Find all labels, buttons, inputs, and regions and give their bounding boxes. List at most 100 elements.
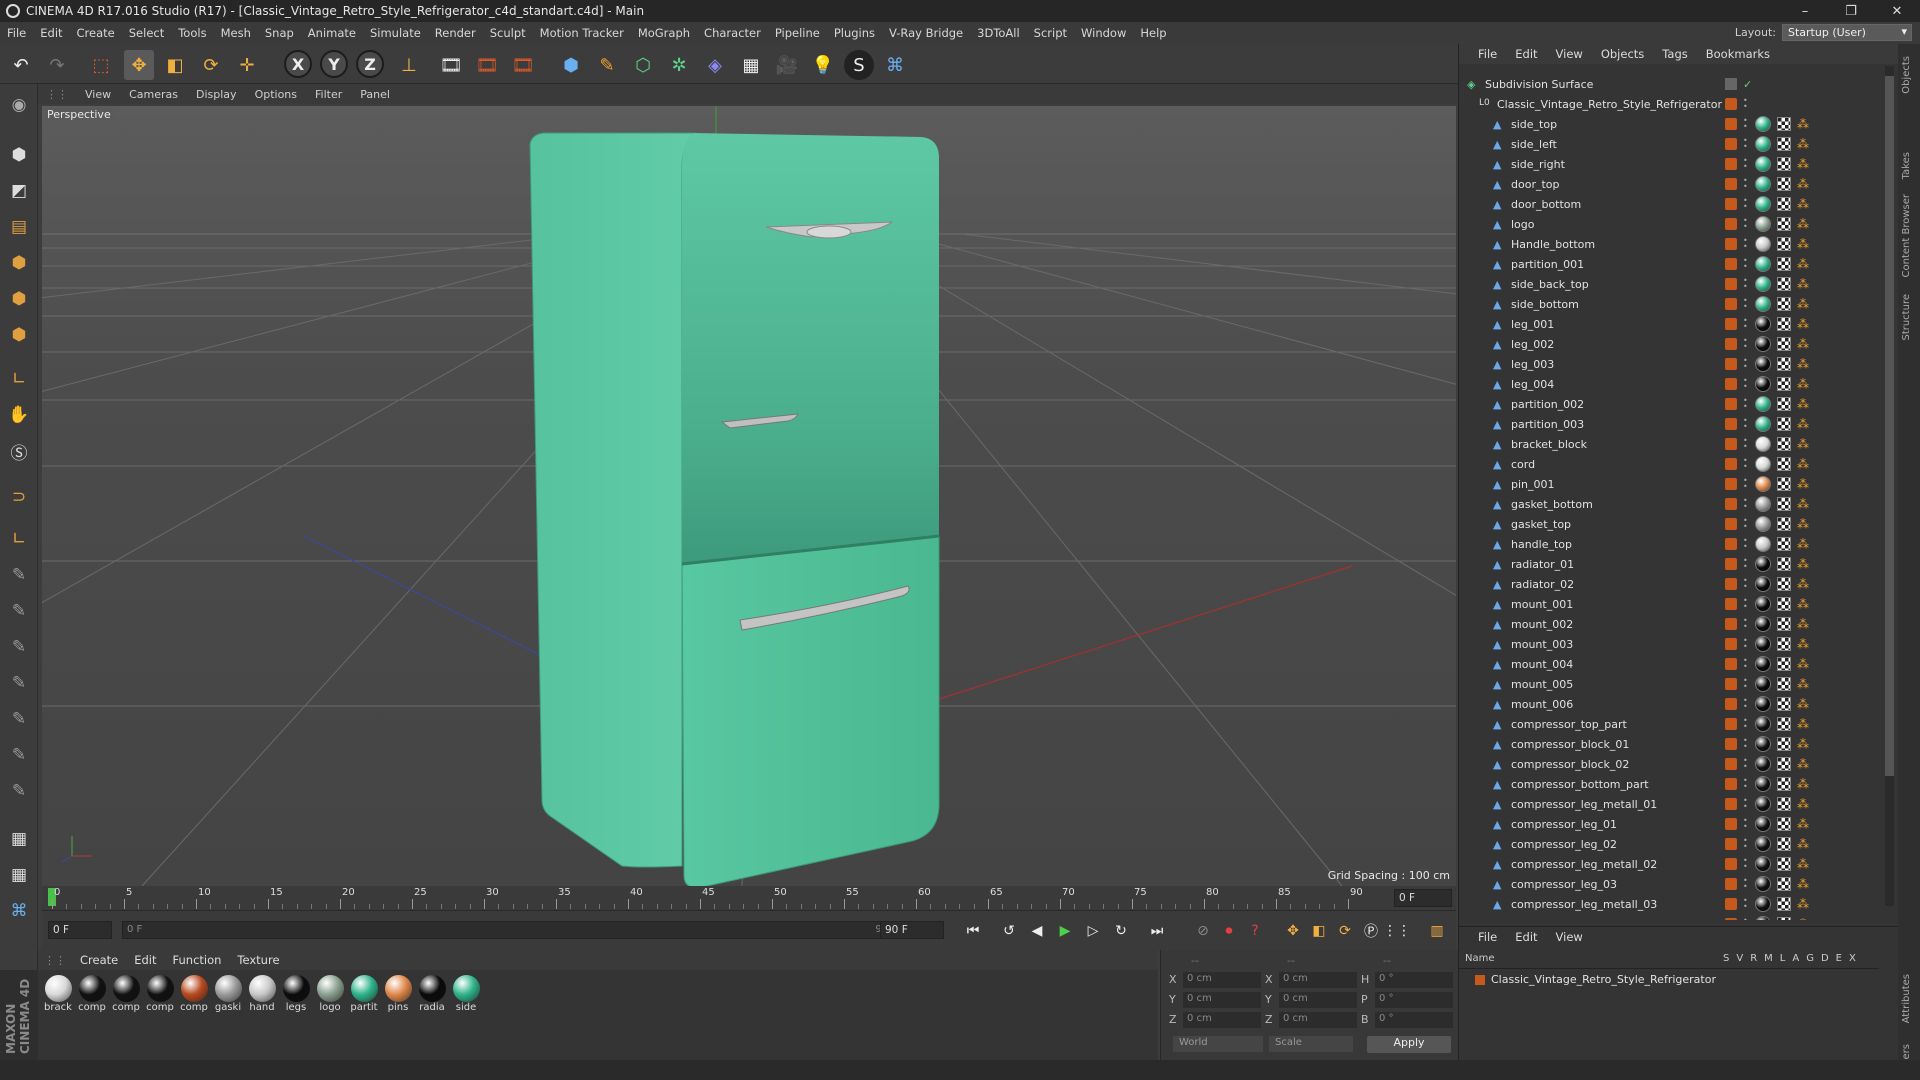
side-tab-structure[interactable]: Structure [1901,294,1912,341]
object-row[interactable]: ▲ gasket_bottom • • ⁂ [1459,494,1883,514]
viewport-menu-display[interactable]: Display [187,88,246,101]
visibility-dots[interactable]: •• [1743,297,1749,311]
object-row[interactable]: ▲ compressor_leg_03 • • ⁂ [1459,874,1883,894]
menu-render[interactable]: Render [428,26,483,40]
layer-menu-view[interactable]: View [1547,930,1592,944]
menu-tools[interactable]: Tools [171,26,213,40]
material-tag[interactable] [1755,256,1771,272]
object-row[interactable]: ▲ compressor_leg_04 •• ⁂ [1459,914,1883,920]
visibility-dots[interactable]: •• [1743,657,1749,671]
viewport-perspective[interactable]: Perspective Grid Spacing : 100 cm [42,106,1456,886]
material-tag[interactable] [1755,316,1771,332]
material-tag[interactable] [1755,776,1771,792]
redo-icon[interactable]: ↷ [42,50,72,80]
apply-button[interactable]: Apply [1367,1036,1451,1053]
uvw-tag-icon[interactable] [1777,197,1791,211]
uvw-tag-icon[interactable] [1777,697,1791,711]
uvw-tag-icon[interactable] [1777,577,1791,591]
layer-color-swatch[interactable] [1725,578,1737,590]
visibility-dots[interactable]: •• [1743,317,1749,331]
uvw-tag-icon[interactable] [1777,297,1791,311]
visibility-dots[interactable]: •• [1743,697,1749,711]
quantize-icon[interactable]: ∟ [4,524,34,554]
close-button[interactable]: ✕ [1874,0,1920,22]
visibility-dots[interactable]: •• [1743,437,1749,451]
key-pla-icon[interactable]: ⋮⋮ [1383,920,1411,942]
material-tag[interactable] [1755,656,1771,672]
object-row[interactable]: ▲ door_top • • ⁂ [1459,174,1883,194]
uvw-tag-icon[interactable] [1777,657,1791,671]
menu-edit[interactable]: Edit [33,26,69,40]
key-rotation-icon[interactable]: ⟳ [1334,920,1356,942]
object-row[interactable]: ▲ compressor_leg_02 • • ⁂ [1459,834,1883,854]
material-tag[interactable] [1755,336,1771,352]
visibility-dots[interactable]: •• [1743,837,1749,851]
phong-tag-icon[interactable]: ⁂ [1797,257,1809,271]
layer-color-swatch[interactable] [1725,338,1737,350]
sculpt-pull-icon[interactable]: ✎ [4,596,34,626]
visibility-dots[interactable]: •• [1743,817,1749,831]
layer-color-swatch[interactable] [1725,118,1737,130]
object-row[interactable]: ▲ partition_003 • • ⁂ [1459,414,1883,434]
visibility-dots[interactable]: •• [1743,677,1749,691]
sculpt-brush-icon[interactable]: ✎ [4,560,34,590]
layer-color-swatch[interactable] [1725,858,1737,870]
menu-help[interactable]: Help [1133,26,1173,40]
phong-tag-icon[interactable]: ⁂ [1797,377,1809,391]
phong-tag-icon[interactable]: ⁂ [1797,497,1809,511]
material-tag[interactable] [1755,476,1771,492]
uvw-tag-icon[interactable] [1777,857,1791,871]
material-tag[interactable] [1755,916,1771,920]
snap-icon[interactable]: Ⓢ [4,436,34,466]
material-tag[interactable] [1755,116,1771,132]
uvw-tag-icon[interactable] [1777,617,1791,631]
material-tag[interactable] [1755,216,1771,232]
object-row[interactable]: ▲ side_bottom • • ⁂ [1459,294,1883,314]
layer-color-swatch[interactable] [1725,298,1737,310]
phong-tag-icon[interactable]: ⁂ [1797,797,1809,811]
cube-primitive-icon[interactable]: ⬢ [556,50,586,80]
menu-mograph[interactable]: MoGraph [631,26,697,40]
layer-color-swatch[interactable] [1725,598,1737,610]
enable-check-icon[interactable]: ✓ [1743,78,1752,91]
material-tag[interactable] [1755,876,1771,892]
phong-tag-icon[interactable]: ⁂ [1797,397,1809,411]
y-axis-lock-icon[interactable]: Y [320,50,348,78]
menu-script[interactable]: Script [1027,26,1074,40]
visibility-dots[interactable]: •• [1743,357,1749,371]
material-tag[interactable] [1755,836,1771,852]
object-row[interactable]: ▲ gasket_top • • ⁂ [1459,514,1883,534]
layer-color-swatch[interactable] [1725,798,1737,810]
x-axis-lock-icon[interactable]: X [284,50,312,78]
layout-select[interactable]: Startup (User) [1782,24,1912,41]
object-row[interactable]: ▲ mount_002 • • ⁂ [1459,614,1883,634]
layer-color-swatch[interactable] [1725,658,1737,670]
script-icon[interactable]: S [844,50,874,80]
uvw-tag-icon[interactable] [1777,837,1791,851]
material-swatch[interactable]: comp [178,975,210,1013]
object-row[interactable]: ▲ logo • • ⁂ [1459,214,1883,234]
uvw-tag-icon[interactable] [1777,217,1791,231]
visibility-dots[interactable]: •• [1743,637,1749,651]
visibility-dots[interactable]: •• [1743,217,1749,231]
phong-tag-icon[interactable]: ⁂ [1797,857,1809,871]
current-frame-field[interactable]: 0 F [1394,889,1452,907]
sculpt-smooth-icon[interactable]: ✎ [4,632,34,662]
object-row[interactable]: ▲ side_top • • ⁂ [1459,114,1883,134]
object-row-group[interactable]: L0 Classic_Vintage_Retro_Style_Refrigerat… [1459,94,1883,114]
layer-color-swatch[interactable] [1725,738,1737,750]
material-tag[interactable] [1755,716,1771,732]
material-swatch[interactable]: hand [246,975,278,1013]
material-swatch[interactable]: legs [280,975,312,1013]
layer-color-swatch[interactable] [1725,538,1737,550]
menu-snap[interactable]: Snap [258,26,301,40]
object-row[interactable]: ▲ compressor_bottom_part • • ⁂ [1459,774,1883,794]
viewport-menu-cameras[interactable]: Cameras [120,88,187,101]
phong-tag-icon[interactable]: ⁂ [1797,337,1809,351]
workplane-mode-icon[interactable]: ▤ [4,212,34,242]
visibility-dots[interactable]: •• [1743,417,1749,431]
layer-color-swatch[interactable] [1725,818,1737,830]
phong-tag-icon[interactable]: ⁂ [1797,537,1809,551]
material-tag[interactable] [1755,416,1771,432]
next-key-icon[interactable]: ↻ [1110,920,1132,942]
